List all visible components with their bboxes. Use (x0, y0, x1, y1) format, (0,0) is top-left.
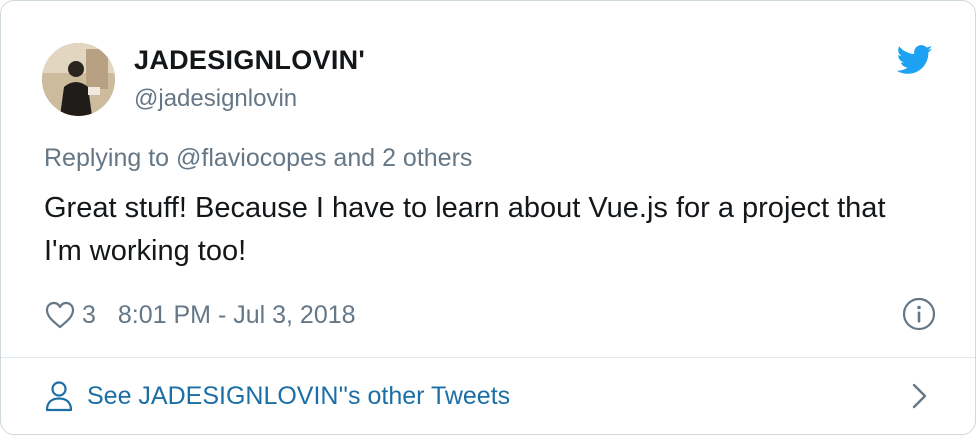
tweet-meta: 3 8:01 PM - Jul 3, 2018 (44, 297, 356, 333)
like-count: 3 (82, 300, 96, 329)
tweet-card: JADESIGNLOVIN' @jadesignlovin Replying t… (0, 0, 976, 435)
reply-context[interactable]: Replying to @flaviocopes and 2 others (44, 144, 472, 173)
avatar-photo (42, 43, 115, 116)
chevron-right-icon[interactable] (911, 382, 929, 410)
person-icon (45, 381, 73, 412)
author-avatar[interactable] (42, 43, 115, 116)
see-other-tweets-label: See JADESIGNLOVIN''s other Tweets (87, 381, 511, 410)
tweet-timestamp[interactable]: 8:01 PM - Jul 3, 2018 (118, 301, 356, 330)
tweet-text: Great stuff! Because I have to learn abo… (44, 192, 886, 267)
heart-icon (45, 301, 75, 329)
info-icon[interactable] (902, 297, 936, 331)
like-button[interactable]: 3 (44, 300, 96, 330)
see-other-tweets-link[interactable]: See JADESIGNLOVIN''s other Tweets (44, 376, 934, 416)
twitter-bird-icon[interactable] (897, 45, 933, 75)
footer-divider (1, 357, 975, 358)
author-display-name[interactable]: JADESIGNLOVIN' (134, 45, 365, 76)
author-handle[interactable]: @jadesignlovin (134, 85, 297, 113)
